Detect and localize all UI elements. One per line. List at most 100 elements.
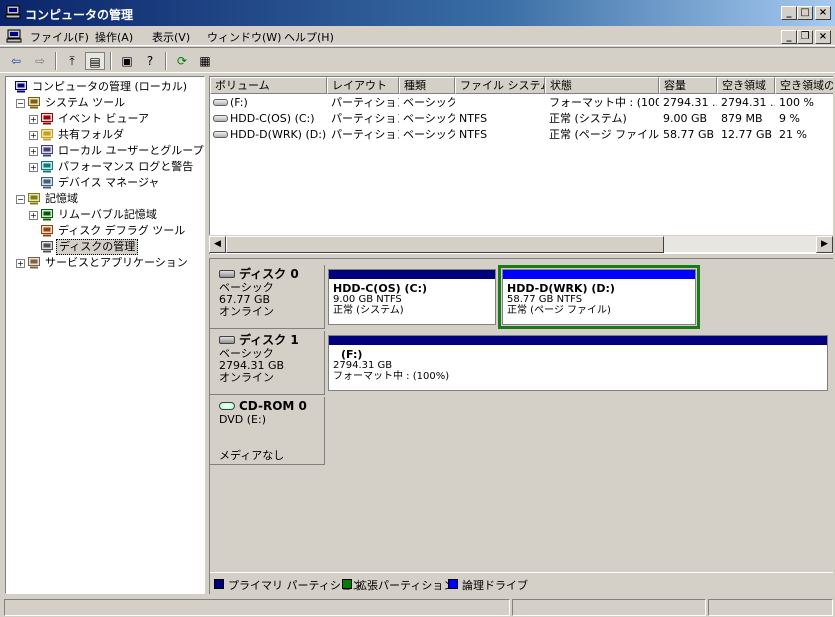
partition-title: HDD-C(OS) (C:) xyxy=(333,282,427,295)
volume-name-cell: HDD-C(OS) (C:) xyxy=(230,112,315,125)
tree-item-shared-folder[interactable]: + 共有フォルダ xyxy=(6,127,204,143)
tree-item-performance[interactable]: + パフォーマンス ログと警告 xyxy=(6,159,204,175)
tree-item-device-manager[interactable]: デバイス マネージャ xyxy=(6,175,204,191)
legend-label: 論理ドライブ xyxy=(462,579,528,592)
table-row[interactable]: HDD-D(WRK) (D:) パーティションベーシック NTFS 正常 (ページ フ… xyxy=(210,127,832,143)
back-icon[interactable]: ⇦ xyxy=(6,52,26,70)
title-bar[interactable]: コンピュータの管理 _ □ × xyxy=(0,0,835,26)
partition-info: HDD-D(WRK) (D:) 58.77 GB NTFS 正常 (ページ ファイル… xyxy=(507,283,615,316)
column-header[interactable]: 種類 xyxy=(399,77,455,94)
tree-expand-icon[interactable]: + xyxy=(29,147,38,156)
mdi-close-button[interactable]: × xyxy=(815,30,831,44)
disk-label-2[interactable]: CD-ROM 0 DVD (E:) メディアなし xyxy=(210,397,325,465)
table-cell: ベーシック xyxy=(403,96,455,109)
tree-item-event-viewer[interactable]: + イベント ビューア xyxy=(6,111,204,127)
disk-name: CD-ROM 0 xyxy=(239,399,307,413)
partition-1-0[interactable]: (F:) 2794.31 GB フォーマット中 : (100%) xyxy=(328,335,828,391)
scroll-thumb[interactable] xyxy=(226,236,664,253)
status-bar xyxy=(0,597,835,617)
export-list-icon[interactable]: ▦ xyxy=(195,52,215,70)
show-tree-icon[interactable]: ▤ xyxy=(85,52,105,70)
tree-item-services[interactable]: + サービスとアプリケーション xyxy=(6,255,204,271)
disk-name-row: ディスク 0 xyxy=(219,268,324,282)
table-row[interactable]: (F:) パーティションベーシック フォーマット中 : (100%) 2794.31 … xyxy=(210,95,832,111)
column-header[interactable]: 容量 xyxy=(659,77,717,94)
menu-action[interactable]: 操作(A) xyxy=(95,29,133,45)
forward-icon[interactable]: ⇨ xyxy=(30,52,50,70)
table-cell: パーティション xyxy=(331,112,399,125)
column-header[interactable]: ボリューム xyxy=(210,77,327,94)
column-header[interactable]: レイアウト xyxy=(327,77,399,94)
services-icon xyxy=(27,256,41,269)
tree-item-label: コンピュータの管理 (ローカル) xyxy=(32,80,188,93)
list-horizontal-scrollbar[interactable]: ◀ ▶ xyxy=(209,235,833,253)
tree-collapse-icon[interactable]: − xyxy=(16,99,25,108)
table-cell: ベーシック xyxy=(403,128,455,141)
scroll-right-button[interactable]: ▶ xyxy=(816,236,833,253)
disk-label-1[interactable]: ディスク 1 ベーシック 2794.31 GB オンライン xyxy=(210,331,325,395)
tree-expand-icon[interactable]: + xyxy=(16,259,25,268)
table-cell: NTFS xyxy=(459,128,488,141)
tree-item-tools[interactable]: − システム ツール xyxy=(6,95,204,111)
legend-swatch xyxy=(448,579,458,589)
volume-name-cell: HDD-D(WRK) (D:) xyxy=(230,128,327,141)
mdi-minimize-button[interactable]: _ xyxy=(781,30,797,44)
scroll-left-button[interactable]: ◀ xyxy=(209,236,226,253)
column-header[interactable]: 空き領域 xyxy=(717,77,775,94)
tree-expand-icon[interactable]: + xyxy=(29,163,38,172)
maximize-button[interactable]: □ xyxy=(797,6,813,20)
table-cell: 879 MB xyxy=(721,112,763,125)
mmc-doc-icon[interactable] xyxy=(6,29,22,43)
status-pane-secondary xyxy=(512,599,706,616)
column-header[interactable]: 状態 xyxy=(545,77,659,94)
tree-item-computer[interactable]: コンピュータの管理 (ローカル) xyxy=(6,79,204,95)
console-tree[interactable]: コンピュータの管理 (ローカル) − システム ツール + イベント ビューア + 共有フォ… xyxy=(5,76,205,594)
column-header[interactable]: 空き領域の xyxy=(775,77,833,94)
menu-window[interactable]: ウィンドウ(W) xyxy=(207,29,281,45)
partition-0-1[interactable]: HDD-D(WRK) (D:) 58.77 GB NTFS 正常 (ページ ファイル… xyxy=(498,265,700,329)
disk-type: DVD (E:) xyxy=(219,413,267,426)
properties-icon[interactable]: ▣ xyxy=(117,52,137,70)
tree-item-users[interactable]: + ローカル ユーザーとグループ xyxy=(6,143,204,159)
tree-expand-icon[interactable]: + xyxy=(29,115,38,124)
tree-item-storage[interactable]: − 記憶域 xyxy=(6,191,204,207)
menu-bar: ファイル(F) 操作(A) 表示(V) ウィンドウ(W) ヘルプ(H) _ ❐ … xyxy=(0,26,835,46)
menu-view[interactable]: 表示(V) xyxy=(152,29,190,45)
mdi-restore-button[interactable]: ❐ xyxy=(797,30,813,44)
menu-help[interactable]: ヘルプ(H) xyxy=(284,29,334,45)
disk-name-row: CD-ROM 0 xyxy=(219,400,324,414)
primary-partition-bar xyxy=(329,336,827,345)
tree-expand-icon[interactable]: + xyxy=(29,131,38,140)
tree-item-label: リムーバブル記憶域 xyxy=(58,208,157,221)
help-icon[interactable]: ? xyxy=(140,52,160,70)
toolbar: ⇦ ⇨ ⤒ ▤ ▣ ? ⟳ ▦ xyxy=(0,47,835,73)
disk-size xyxy=(219,426,324,438)
disk-graphical-view[interactable]: ディスク 0 ベーシック 67.77 GB オンライン HDD-C(OS) (C:) 9.… xyxy=(209,258,833,594)
disk-label-0[interactable]: ディスク 0 ベーシック 67.77 GB オンライン xyxy=(210,265,325,329)
minimize-button[interactable]: _ xyxy=(781,6,797,20)
event-viewer-icon xyxy=(40,112,54,125)
window-title: コンピュータの管理 xyxy=(25,8,134,22)
tree-item-removable-storage[interactable]: + リムーバブル記憶域 xyxy=(6,207,204,223)
tree-collapse-icon[interactable]: − xyxy=(16,195,25,204)
menu-file[interactable]: ファイル(F) xyxy=(30,29,89,45)
up-level-icon[interactable]: ⤒ xyxy=(62,52,82,70)
table-row[interactable]: HDD-C(OS) (C:) パーティションベーシック NTFS 正常 (システム) 9… xyxy=(210,111,832,127)
column-header[interactable]: ファイル システム xyxy=(455,77,545,94)
tree-item-disk-management[interactable]: ディスクの管理 xyxy=(6,239,204,255)
table-cell: パーティション xyxy=(331,128,399,141)
tree-item-defrag[interactable]: ディスク デフラグ ツール xyxy=(6,223,204,239)
table-cell: 9.00 GB xyxy=(663,112,708,125)
close-button[interactable]: × xyxy=(815,6,831,20)
refresh-icon[interactable]: ⟳ xyxy=(172,52,192,70)
volume-list[interactable]: ボリューム レイアウト 種類 ファイル システム 状態 容量 空き領域 空き領域の (F:) パ… xyxy=(209,76,833,254)
volume-name-cell: (F:) xyxy=(230,96,248,109)
partition-info: (F:) 2794.31 GB フォーマット中 : (100%) xyxy=(333,349,449,382)
legend: プライマリ パーティション 拡張パーティション 論理ドライブ xyxy=(210,572,833,594)
legend-swatch xyxy=(214,579,224,589)
tree-expand-icon[interactable]: + xyxy=(29,211,38,220)
partition-line1: 58.77 GB NTFS xyxy=(507,294,583,305)
legend-swatch xyxy=(342,579,352,589)
partition-0-0[interactable]: HDD-C(OS) (C:) 9.00 GB NTFS 正常 (システム) xyxy=(328,269,496,325)
primary-partition-bar xyxy=(503,270,695,279)
